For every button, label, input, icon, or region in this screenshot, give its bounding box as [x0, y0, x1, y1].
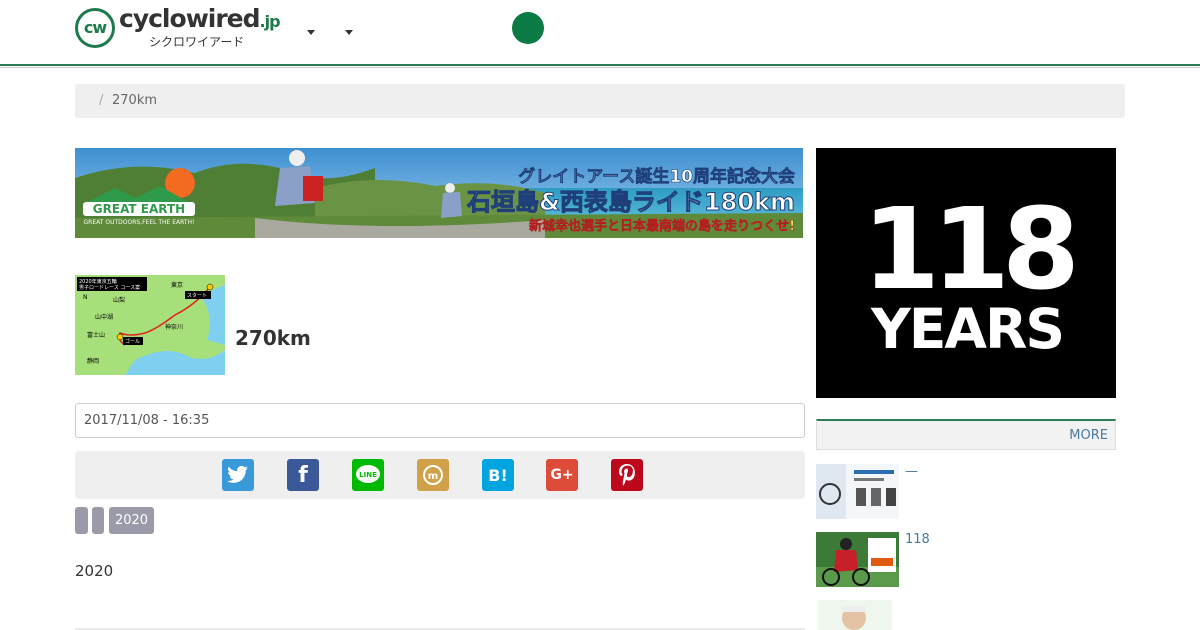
svg-text:LINE: LINE [359, 471, 377, 479]
svg-text:N: N [83, 294, 88, 301]
header-circle-button[interactable] [512, 12, 544, 44]
tag-pill-2020[interactable]: 2020 [109, 507, 154, 534]
svg-text:静岡: 静岡 [87, 357, 99, 365]
svg-text:グレイトアース誕生10周年記念大会: グレイトアース誕生10周年記念大会 [518, 166, 795, 187]
breadcrumb-separator: / [99, 93, 104, 108]
sidebar-item-link[interactable]: 118 [905, 532, 930, 547]
pinterest-icon [619, 464, 635, 486]
svg-text:2020年東京五輪: 2020年東京五輪 [79, 278, 117, 285]
sidebar-list-item [816, 600, 1116, 630]
header-divider [0, 67, 1200, 68]
sidebar-item-image [816, 532, 899, 587]
pinterest-share-button[interactable] [611, 459, 643, 491]
sidebar-item-thumbnail[interactable] [816, 532, 899, 587]
google-plus-icon: G+ [550, 467, 574, 483]
hatena-share-button[interactable]: B! [482, 459, 514, 491]
svg-text:YEARS: YEARS [870, 297, 1063, 361]
tag-description: 2020 [75, 562, 114, 580]
banner-ad[interactable]: GREAT EARTH GREAT OUTDOORS,FEEL THE EART… [75, 148, 803, 238]
sidebar-item-thumbnail[interactable] [816, 464, 899, 519]
twitter-icon [227, 466, 248, 483]
site-logo[interactable]: cw cyclowired.jp シクロワイアード [75, 4, 285, 50]
logo-mark-icon: cw [75, 8, 115, 48]
banner-image: GREAT EARTH GREAT OUTDOORS,FEEL THE EART… [75, 148, 803, 238]
svg-text:新城幸也選手と日本最南端の島を走りつくせ!: 新城幸也選手と日本最南端の島を走りつくせ! [529, 218, 795, 234]
page-title: 270km [235, 326, 311, 350]
more-link[interactable]: MORE [1069, 428, 1108, 443]
google-plus-share-button[interactable]: G+ [546, 459, 578, 491]
sidebar-ad-image: 118 YEARS [816, 148, 1116, 398]
tag-pill-2[interactable] [92, 507, 104, 534]
tag-thumbnail-map: 2020年東京五輪 男子ロードレース コース案 東京 スタート 山梨 山中湖 神… [75, 275, 225, 375]
svg-text:神奈川: 神奈川 [165, 323, 183, 331]
course-map-image: 2020年東京五輪 男子ロードレース コース案 東京 スタート 山梨 山中湖 神… [75, 275, 225, 375]
line-icon: LINE [356, 465, 380, 483]
sidebar-item-image [816, 464, 899, 519]
mixi-icon: m [423, 465, 443, 485]
nav-dropdown-1-chevron-down-icon[interactable] [307, 30, 315, 35]
nav-dropdown-2-chevron-down-icon[interactable] [345, 30, 353, 35]
svg-text:GREAT OUTDOORS,FEEL THE EARTH!: GREAT OUTDOORS,FEEL THE EARTH! [84, 219, 195, 226]
logo-subtitle: シクロワイアード [149, 35, 245, 49]
site-header: cw cyclowired.jp シクロワイアード [0, 0, 1200, 66]
svg-text:東京: 東京 [171, 281, 183, 289]
line-share-button[interactable]: LINE [352, 459, 384, 491]
svg-text:山中湖: 山中湖 [95, 313, 113, 321]
svg-text:富士山: 富士山 [87, 331, 105, 339]
sidebar-list-item: — [816, 464, 1116, 520]
svg-text:GREAT EARTH: GREAT EARTH [93, 202, 185, 216]
svg-text:男子ロードレース コース案: 男子ロードレース コース案 [79, 284, 140, 291]
svg-text:山梨: 山梨 [113, 296, 125, 304]
svg-text:m: m [428, 471, 438, 482]
svg-text:スタート: スタート [187, 292, 207, 299]
facebook-share-button[interactable]: f [287, 459, 319, 491]
hatena-icon: B! [488, 465, 508, 485]
sidebar-list-item: 118 [816, 532, 1116, 588]
svg-text:118: 118 [862, 185, 1073, 315]
logo-text: cyclowired.jp [119, 4, 281, 33]
sidebar-section-header: MORE [816, 419, 1116, 450]
breadcrumb-current: 270km [112, 93, 158, 108]
breadcrumb: / 270km [75, 84, 1125, 118]
svg-text:ゴール: ゴール [125, 338, 140, 345]
twitter-share-button[interactable] [222, 459, 254, 491]
sidebar-item-thumbnail[interactable] [816, 600, 899, 630]
facebook-icon: f [298, 462, 308, 488]
post-date: 2017/11/08 - 16:35 [75, 403, 805, 438]
sidebar-item-image [816, 600, 899, 630]
svg-text:石垣島&西表島ライド180km: 石垣島&西表島ライド180km [466, 188, 795, 216]
share-bar: f LINE m B! G+ [75, 451, 805, 499]
sidebar-ad[interactable]: 118 YEARS [816, 148, 1116, 398]
mixi-share-button[interactable]: m [417, 459, 449, 491]
tag-pill-1[interactable] [75, 507, 88, 534]
sidebar-item-link[interactable]: — [905, 464, 918, 479]
